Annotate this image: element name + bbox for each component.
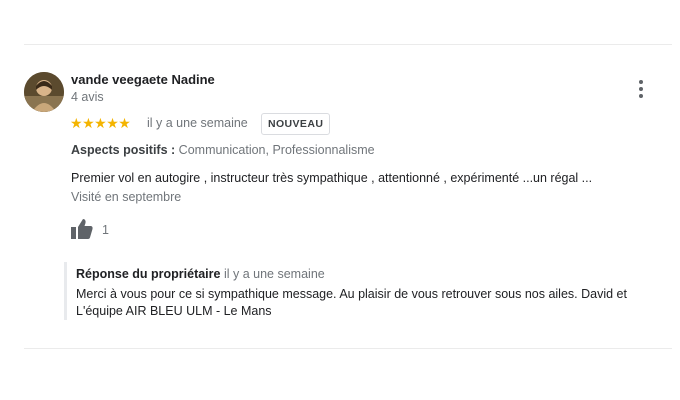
visited-date: Visité en septembre	[71, 190, 182, 204]
more-vert-icon	[639, 80, 643, 84]
star-rating: ★ ★ ★ ★ ★	[70, 114, 131, 132]
owner-reply-text: Merci à vous pour ce si sympathique mess…	[76, 287, 627, 318]
review-time: il y a une semaine	[147, 116, 248, 130]
like-count: 1	[102, 223, 109, 237]
star-icon: ★	[70, 115, 83, 131]
owner-reply-label: Réponse du propriétaire	[76, 267, 221, 281]
star-icon: ★	[106, 115, 119, 131]
owner-reply-header: Réponse du propriétaire il y a une semai…	[76, 267, 325, 281]
bottom-divider	[24, 348, 672, 349]
avatar-photo	[24, 72, 64, 112]
more-options-button[interactable]	[630, 78, 652, 100]
like-button[interactable]	[70, 218, 96, 240]
aspects-values: Communication, Professionnalisme	[178, 143, 375, 157]
star-icon: ★	[94, 115, 107, 131]
new-badge: NOUVEAU	[261, 113, 331, 135]
aspects-line: Aspects positifs : Communication, Profes…	[71, 143, 375, 157]
author-name[interactable]: vande veegaete Nadine	[71, 72, 215, 87]
review-count: 4 avis	[71, 90, 104, 104]
star-icon: ★	[118, 115, 131, 131]
owner-reply-time: il y a une semaine	[223, 267, 325, 281]
thumb-up-icon	[71, 219, 93, 239]
avatar[interactable]	[24, 72, 64, 112]
star-icon: ★	[82, 115, 95, 131]
aspects-label: Aspects positifs :	[71, 143, 176, 157]
review-text: Premier vol en autogire , instructeur tr…	[71, 171, 593, 185]
top-divider	[24, 44, 672, 45]
